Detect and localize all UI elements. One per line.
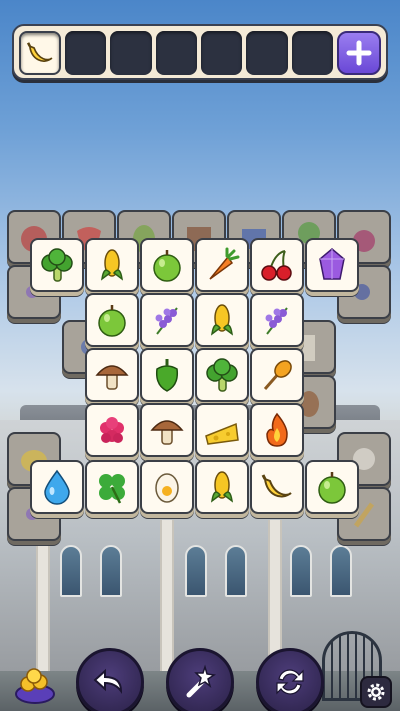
settings-button[interactable]: [360, 676, 392, 708]
amethyst-icon: [319, 248, 345, 280]
tile-green-apple[interactable]: [140, 238, 194, 292]
tile-mushroom[interactable]: [85, 348, 139, 402]
tile-egg[interactable]: [140, 460, 194, 514]
corn-icon: [211, 471, 233, 503]
tile-amethyst[interactable]: [305, 238, 359, 292]
banana-icon: [261, 474, 292, 498]
clover-icon: [99, 474, 125, 504]
broccoli-icon: [206, 358, 238, 392]
tile-raspberry[interactable]: [85, 403, 139, 457]
cherries-icon: [261, 250, 292, 281]
shuffle-button[interactable]: [256, 648, 324, 711]
tile-board: [0, 0, 400, 711]
green-pepper-icon: [155, 359, 179, 392]
tile-honey-dipper[interactable]: [250, 348, 304, 402]
lavender-icon: [155, 307, 178, 335]
tile-banana[interactable]: [250, 460, 304, 514]
tile-broccoli[interactable]: [195, 348, 249, 402]
tile-carrot[interactable]: [195, 238, 249, 292]
undo-button[interactable]: [76, 648, 144, 711]
tile-corn[interactable]: [195, 460, 249, 514]
tile-clover[interactable]: [85, 460, 139, 514]
tile-cheese[interactable]: [195, 403, 249, 457]
tile-cherries[interactable]: [250, 238, 304, 292]
fire-icon: [266, 412, 288, 447]
coin-pot-button[interactable]: [14, 664, 56, 704]
green-apple-icon: [153, 250, 181, 282]
raspberry-icon: [100, 417, 124, 443]
lavender-icon: [265, 307, 288, 335]
tile-green-apple[interactable]: [85, 293, 139, 347]
corn-icon: [211, 304, 233, 336]
tile-water-drop[interactable]: [30, 460, 84, 514]
mushroom-icon: [150, 420, 184, 445]
water-drop-icon: [44, 469, 70, 505]
tile-lavender[interactable]: [140, 293, 194, 347]
broccoli-icon: [41, 248, 73, 282]
tile-broccoli[interactable]: [30, 238, 84, 292]
green-apple-icon: [318, 472, 346, 504]
tile-green-pepper[interactable]: [140, 348, 194, 402]
undo-icon: [93, 668, 123, 695]
gear-icon: [367, 683, 385, 701]
shuffle-icon: [276, 669, 304, 695]
tile-corn[interactable]: [195, 293, 249, 347]
tile-green-apple[interactable]: [305, 460, 359, 514]
tile-lavender[interactable]: [250, 293, 304, 347]
carrot-icon: [209, 247, 240, 280]
coin-pot-icon: [15, 668, 55, 704]
magic-wand-icon: [186, 664, 217, 698]
cheese-icon: [205, 422, 239, 445]
honey-dipper-icon: [263, 360, 292, 390]
mushroom-icon: [95, 365, 129, 390]
tile-corn[interactable]: [85, 238, 139, 292]
egg-icon: [155, 473, 179, 503]
green-apple-icon: [98, 305, 126, 337]
tile-fire[interactable]: [250, 403, 304, 457]
corn-icon: [101, 249, 123, 281]
tile-mushroom[interactable]: [140, 403, 194, 457]
magic-wand-button[interactable]: [166, 648, 234, 711]
